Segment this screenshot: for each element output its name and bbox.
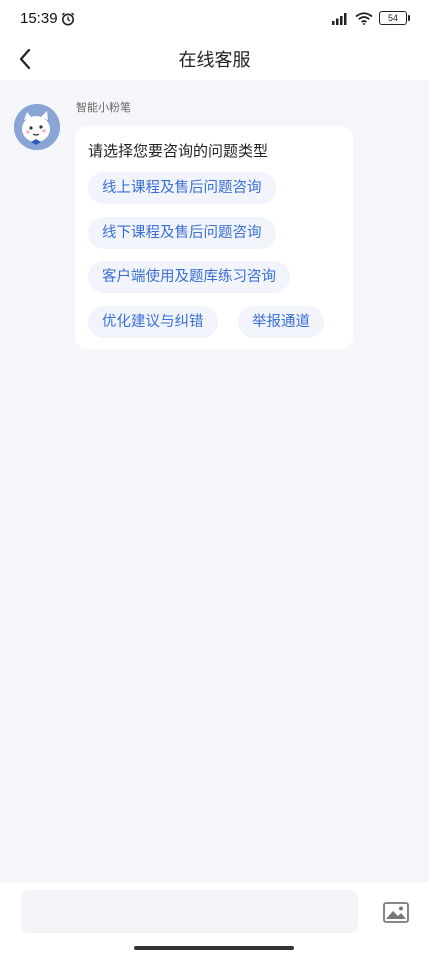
status-time: 15:39 (20, 10, 58, 27)
alarm-icon (61, 12, 75, 26)
option-client-usage[interactable]: 客户端使用及题库练习咨询 (88, 261, 290, 293)
battery-icon: 54 (379, 11, 410, 25)
mascot-icon (14, 104, 60, 150)
option-report[interactable]: 举报通道 (238, 306, 324, 338)
page-title: 在线客服 (178, 50, 251, 71)
message-input[interactable] (21, 890, 358, 933)
bot-avatar (14, 104, 60, 150)
message-text: 请选择您要咨询的问题类型 (88, 142, 269, 160)
nav-bar: 在线客服 (0, 38, 429, 80)
bot-name: 智能小粉笔 (76, 101, 131, 114)
option-online-course[interactable]: 线上课程及售后问题咨询 (88, 172, 276, 204)
message-bubble: 请选择您要咨询的问题类型 线上课程及售后问题咨询 线下课程及售后问题咨询 客户端… (75, 126, 353, 349)
input-bar (0, 882, 429, 958)
status-bar: 15:39 54 (0, 0, 429, 38)
wifi-icon (355, 11, 373, 25)
image-icon[interactable] (383, 900, 409, 924)
home-indicator[interactable] (134, 946, 294, 950)
chat-area[interactable]: 智能小粉笔 请选择您要咨询的问题类型 线上课程及售后问题咨询 线下课程及售后问题… (0, 80, 429, 882)
option-offline-course[interactable]: 线下课程及售后问题咨询 (88, 217, 276, 249)
signal-icon (332, 12, 347, 25)
status-icons: 54 (329, 11, 410, 25)
option-feedback[interactable]: 优化建议与纠错 (88, 306, 218, 338)
